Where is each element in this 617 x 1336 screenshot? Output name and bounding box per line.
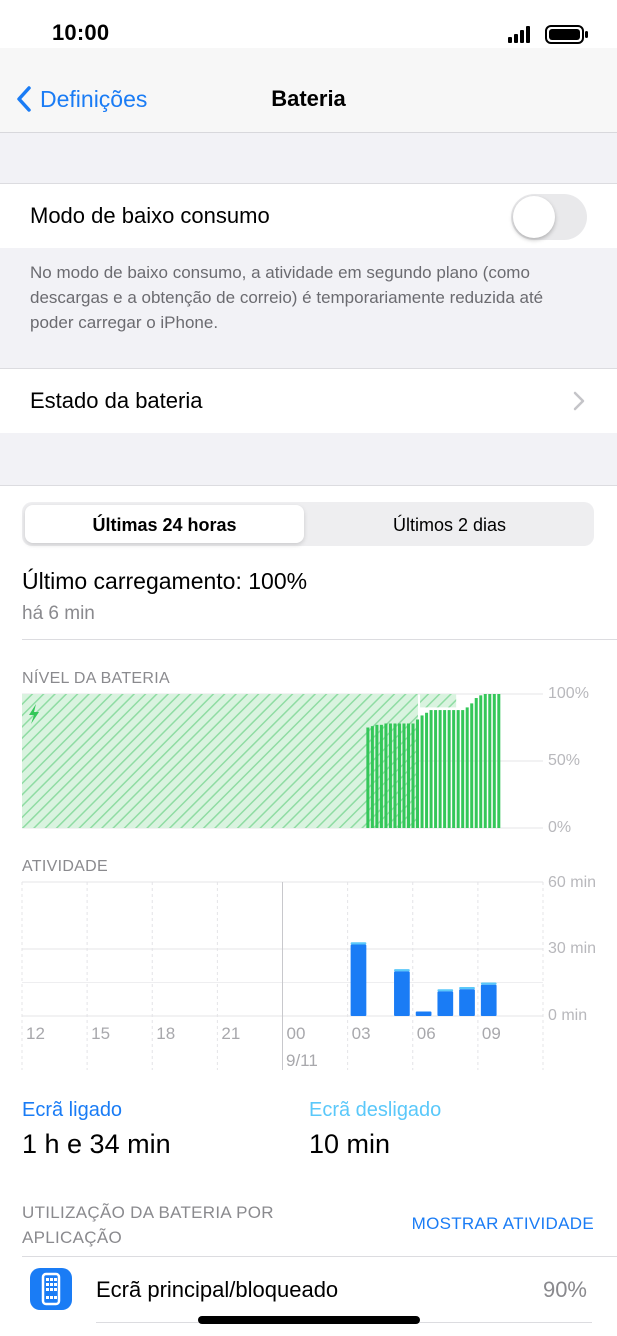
level-bar bbox=[416, 719, 420, 828]
level-bar bbox=[429, 710, 433, 828]
level-bar bbox=[461, 710, 465, 828]
low-power-label: Modo de baixo consumo bbox=[30, 203, 270, 228]
level-tick-0: 0% bbox=[548, 819, 572, 836]
activity-bar-on bbox=[480, 984, 497, 1016]
activity-bar-off bbox=[437, 989, 454, 992]
level-bar bbox=[434, 710, 438, 828]
segment-last-2d[interactable]: Últimos 2 dias bbox=[305, 515, 594, 536]
low-power-toggle[interactable] bbox=[511, 194, 587, 240]
last-charge-ago: há 6 min bbox=[22, 603, 95, 624]
section-spacer-2 bbox=[0, 433, 617, 486]
level-bar bbox=[420, 715, 424, 828]
level-bar bbox=[447, 710, 451, 828]
app-percent: 90% bbox=[542, 1277, 587, 1302]
activity-bar-on bbox=[415, 1011, 432, 1016]
toggle-knob bbox=[513, 196, 555, 238]
level-bar bbox=[393, 723, 397, 828]
chevron-right-icon bbox=[572, 390, 586, 417]
level-bar bbox=[366, 727, 370, 828]
screen-on-label: Ecrã ligado bbox=[22, 1099, 123, 1121]
level-bar bbox=[497, 694, 501, 828]
usage-section-title: UTILIZAÇÃO DA BATERIA POR APLICAÇÃO bbox=[22, 1203, 274, 1247]
level-bar bbox=[470, 703, 474, 828]
activity-tick-0: 0 min bbox=[548, 1007, 588, 1024]
activity-bar-off bbox=[459, 986, 475, 990]
level-bar bbox=[452, 710, 456, 828]
divider bbox=[22, 1256, 617, 1257]
level-bar bbox=[483, 694, 487, 828]
activity-chart bbox=[21, 881, 544, 1070]
level-bar bbox=[456, 710, 460, 828]
screen-off-label: Ecrã desligado bbox=[309, 1099, 442, 1121]
divider bbox=[22, 639, 617, 640]
x-date-label: 9/11 bbox=[286, 1051, 318, 1070]
battery-health-label: Estado da bateria bbox=[30, 388, 203, 413]
x-tick-label: 09 bbox=[481, 1024, 501, 1043]
signal-icon bbox=[508, 26, 530, 43]
charging-hatch bbox=[420, 694, 457, 708]
activity-bar-on bbox=[350, 944, 367, 1016]
show-activity-button[interactable]: MOSTRAR ATIVIDADE bbox=[370, 1214, 594, 1234]
level-bar bbox=[479, 695, 483, 828]
level-bar bbox=[397, 723, 401, 828]
x-tick-label: 03 bbox=[351, 1024, 371, 1043]
level-bar bbox=[474, 698, 478, 828]
activity-bar-off bbox=[350, 942, 367, 945]
screen-off-value: 10 min bbox=[309, 1129, 391, 1159]
activity-tick-30: 30 min bbox=[548, 940, 597, 957]
home-indicator[interactable] bbox=[198, 1316, 420, 1324]
level-bar bbox=[488, 694, 492, 828]
level-bar bbox=[492, 694, 496, 828]
level-bar bbox=[443, 710, 447, 828]
app-name[interactable]: Ecrã principal/bloqueado bbox=[96, 1277, 338, 1303]
level-bar bbox=[411, 723, 415, 828]
level-bar bbox=[465, 707, 469, 828]
status-time: 10:00 bbox=[52, 20, 110, 45]
page-title: Bateria bbox=[271, 86, 346, 111]
segment-last-24h[interactable]: Últimas 24 horas bbox=[25, 515, 304, 536]
x-tick-label: 21 bbox=[221, 1024, 241, 1043]
x-tick-label: 15 bbox=[91, 1024, 111, 1043]
activity-bar-on bbox=[459, 989, 475, 1016]
activity-bar-on bbox=[394, 971, 410, 1016]
level-bar bbox=[402, 723, 406, 828]
last-charge-title: Último carregamento: 100% bbox=[22, 568, 308, 594]
x-tick-label: 00 bbox=[286, 1024, 306, 1043]
activity-bar-on bbox=[437, 991, 454, 1016]
x-tick-label: 06 bbox=[416, 1024, 436, 1043]
home-screen-icon bbox=[30, 1268, 72, 1310]
low-power-footnote: No modo de baixo consumo, a atividade em… bbox=[30, 263, 544, 332]
charging-hatch bbox=[379, 694, 389, 721]
activity-bar-off bbox=[394, 969, 410, 972]
section-spacer bbox=[0, 133, 617, 183]
x-tick-label: 18 bbox=[156, 1024, 176, 1043]
level-tick-50: 50% bbox=[548, 752, 581, 769]
level-bar bbox=[370, 726, 374, 828]
battery-level-chart bbox=[22, 693, 543, 829]
battery-icon bbox=[545, 25, 588, 44]
activity-tick-60: 60 min bbox=[548, 874, 597, 891]
level-bar bbox=[375, 724, 379, 828]
screen-on-value: 1 h e 34 min bbox=[22, 1129, 171, 1159]
charging-hatch bbox=[22, 694, 418, 828]
level-bar bbox=[379, 724, 383, 828]
level-bar bbox=[438, 710, 442, 828]
level-bar bbox=[425, 712, 429, 828]
level-bar bbox=[388, 723, 392, 828]
status-icons bbox=[508, 24, 588, 44]
level-bar bbox=[406, 723, 411, 828]
level-bar bbox=[384, 723, 388, 828]
level-tick-100: 100% bbox=[548, 685, 589, 702]
activity-bar-off bbox=[480, 982, 497, 985]
x-tick-label: 12 bbox=[26, 1024, 45, 1043]
